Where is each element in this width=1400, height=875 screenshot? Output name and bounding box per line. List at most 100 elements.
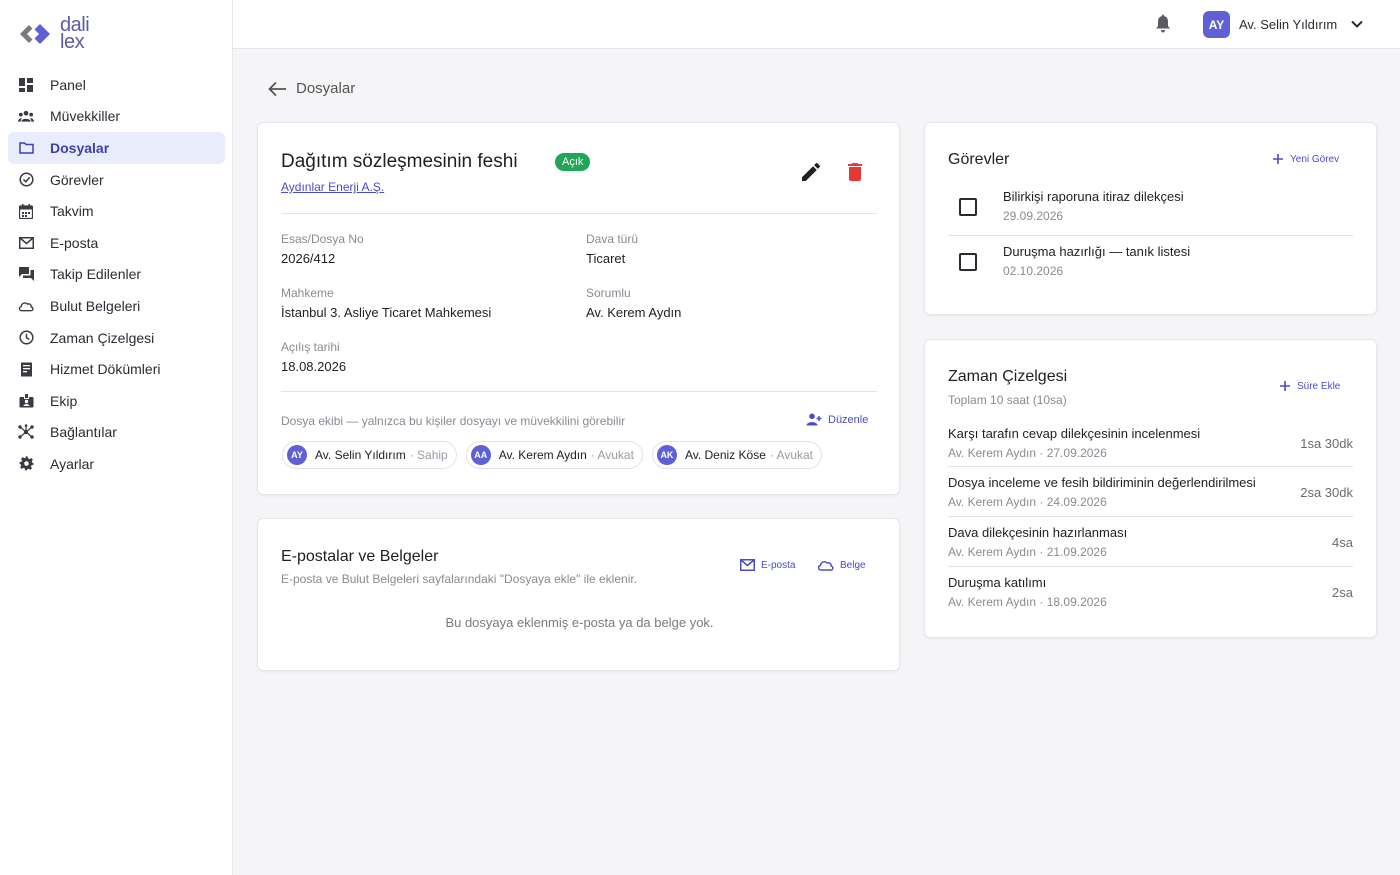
arrow-left-icon xyxy=(268,81,286,96)
emails-documents-subtitle: E-posta ve Bulut Belgeleri sayfalarındak… xyxy=(281,572,638,586)
timesheet-card: Zaman Çizelgesi Toplam 10 saat (10sa) Sü… xyxy=(924,339,1377,638)
tasks-card: Görevler Yeni Görev Bilirkişi raporuna i… xyxy=(924,122,1377,315)
user-name[interactable]: Av. Selin Yıldırım xyxy=(1239,17,1337,32)
sidebar-item-email[interactable]: E-posta xyxy=(8,227,225,259)
time-entry-row[interactable]: Dosya inceleme ve fesih bildiriminin değ… xyxy=(948,473,1353,521)
task-row: Duruşma hazırlığı — tanık listesi 02.10.… xyxy=(948,236,1353,290)
delete-icon[interactable] xyxy=(843,160,867,184)
time-entry-title: Dosya inceleme ve fesih bildiriminin değ… xyxy=(948,475,1256,490)
add-time-button[interactable]: Süre Ekle xyxy=(1279,380,1340,392)
avatar: AK xyxy=(656,445,677,465)
court-label: Mahkeme xyxy=(281,286,334,300)
member-role: · Avukat xyxy=(769,448,814,462)
task-checkbox[interactable] xyxy=(959,253,977,271)
team-member-chip[interactable]: AY Av. Selin Yıldırım · Sahip xyxy=(282,441,457,469)
time-entry-title: Duruşma katılımı xyxy=(948,575,1047,590)
mail-icon xyxy=(740,559,755,571)
logo-line2: lex xyxy=(60,31,85,53)
chevron-down-icon[interactable] xyxy=(1350,17,1364,31)
timesheet-total: Toplam 10 saat (10sa) xyxy=(948,393,1067,407)
time-entry-meta: Av. Kerem Aydın · 21.09.2026 xyxy=(948,545,1107,559)
task-checkbox[interactable] xyxy=(959,198,977,216)
sidebar-item-label: E-posta xyxy=(50,234,99,251)
time-entry-row[interactable]: Duruşma katılımı Av. Kerem Aydın · 18.09… xyxy=(948,573,1353,621)
time-entry-meta: Av. Kerem Aydın · 24.09.2026 xyxy=(948,495,1107,509)
sidebar-item-team[interactable]: Ekip xyxy=(8,385,225,417)
sidebar-item-settings[interactable]: Ayarlar xyxy=(8,448,225,480)
client-link[interactable]: Aydınlar Enerji A.Ş. xyxy=(281,180,384,194)
sidebar-item-connections[interactable]: Bağlantılar xyxy=(8,417,225,449)
add-email-button[interactable]: E-posta xyxy=(740,559,795,571)
time-entry-row[interactable]: Dava dilekçesinin hazırlanması Av. Kerem… xyxy=(948,523,1353,571)
team-member-chip[interactable]: AK Av. Deniz Köse · Avukat xyxy=(651,441,823,469)
member-name: Av. Selin Yıldırım xyxy=(315,448,406,462)
plus-icon xyxy=(1280,381,1290,391)
sidebar-item-label: Müvekkiller xyxy=(50,108,121,125)
new-task-button[interactable]: Yeni Görev xyxy=(1272,153,1339,165)
dashboard-icon xyxy=(18,77,34,93)
hub-icon xyxy=(18,424,34,440)
sidebar-nav: Panel Müvekkiller Dosyalar Görevler Takv… xyxy=(8,69,225,480)
sidebar: dali lex Panel Müvekkiller Dosyalar Göre… xyxy=(0,0,233,875)
avatar: AY xyxy=(287,445,307,465)
add-time-label: Süre Ekle xyxy=(1297,380,1341,392)
task-title[interactable]: Bilirkişi raporuna itiraz dilekçesi xyxy=(1003,189,1184,204)
logo[interactable]: dali lex xyxy=(16,15,90,53)
time-entry-title: Karşı tarafın cevap dilekçesinin incelen… xyxy=(948,426,1201,441)
sidebar-item-label: Hizmet Dökümleri xyxy=(50,361,161,378)
plus-icon xyxy=(1273,154,1283,164)
back-link-label: Dosyalar xyxy=(296,80,356,97)
case-detail-card: Dağıtım sözleşmesinin feshi Açık Aydınla… xyxy=(257,122,900,495)
owner-label: Sorumlu xyxy=(586,286,631,300)
sidebar-item-label: Dosyalar xyxy=(50,139,110,156)
add-document-button[interactable]: Belge xyxy=(817,559,866,571)
sidebar-item-timesheet[interactable]: Zaman Çizelgesi xyxy=(8,322,225,354)
new-task-label: Yeni Görev xyxy=(1290,153,1340,165)
time-entry-hours: 1sa 30dk xyxy=(1300,436,1353,451)
back-link[interactable]: Dosyalar xyxy=(268,80,355,97)
member-role: · Sahip xyxy=(409,448,448,462)
time-entry-meta: Av. Kerem Aydın · 18.09.2026 xyxy=(948,595,1107,609)
member-role: · Avukat xyxy=(590,448,634,462)
bell-icon[interactable] xyxy=(1153,14,1173,34)
sidebar-item-calendar[interactable]: Takvim xyxy=(8,195,225,227)
sidebar-item-cloud-docs[interactable]: Bulut Belgeleri xyxy=(8,290,225,322)
timesheet-title: Zaman Çizelgesi xyxy=(948,368,1068,385)
logo-mark-icon xyxy=(20,24,50,44)
time-entry-hours: 2sa 30dk xyxy=(1300,485,1353,500)
member-name: Av. Deniz Köse xyxy=(684,448,766,462)
sidebar-item-panel[interactable]: Panel xyxy=(8,69,225,101)
owner-value: Av. Kerem Aydın xyxy=(586,305,682,320)
badge-icon xyxy=(18,393,34,409)
time-entry-hours: 2sa xyxy=(1332,585,1353,600)
time-entry-meta: Av. Kerem Aydın · 27.09.2026 xyxy=(948,446,1107,460)
status-badge: Açık xyxy=(555,153,591,171)
calendar-icon xyxy=(18,203,34,219)
task-date: 29.09.2026 xyxy=(1003,209,1064,223)
time-entry-hours: 4sa xyxy=(1332,535,1353,550)
team-member-chip[interactable]: AA Av. Kerem Aydın · Avukat xyxy=(465,441,643,469)
sidebar-item-service-statements[interactable]: Hizmet Dökümleri xyxy=(8,353,225,385)
team-edit-button[interactable]: Düzenle xyxy=(806,413,868,426)
gear-icon xyxy=(18,456,34,472)
sidebar-item-followed[interactable]: Takip Edilenler xyxy=(8,259,225,291)
sidebar-item-tasks[interactable]: Görevler xyxy=(8,164,225,196)
task-title[interactable]: Duruşma hazırlığı — tanık listesi xyxy=(1003,244,1190,259)
user-avatar[interactable]: AY xyxy=(1203,11,1230,38)
divider xyxy=(948,516,1353,517)
case-title: Dağıtım sözleşmesinin feshi xyxy=(281,151,518,172)
divider xyxy=(281,391,877,392)
sidebar-item-label: Görevler xyxy=(50,171,104,188)
time-entry-row[interactable]: Karşı tarafın cevap dilekçesinin incelen… xyxy=(948,424,1353,472)
receipt-icon xyxy=(18,361,34,377)
divider xyxy=(948,566,1353,567)
edit-icon[interactable] xyxy=(799,160,823,184)
member-name: Av. Kerem Aydın xyxy=(498,448,587,462)
sidebar-item-clients[interactable]: Müvekkiller xyxy=(8,101,225,133)
court-value: İstanbul 3. Asliye Ticaret Mahkemesi xyxy=(281,305,492,320)
sidebar-item-cases[interactable]: Dosyalar xyxy=(8,132,225,164)
sidebar-item-label: Bağlantılar xyxy=(50,424,117,441)
case-no-value: 2026/412 xyxy=(281,251,336,266)
avatar: AA xyxy=(470,445,491,465)
mail-icon xyxy=(18,235,34,251)
